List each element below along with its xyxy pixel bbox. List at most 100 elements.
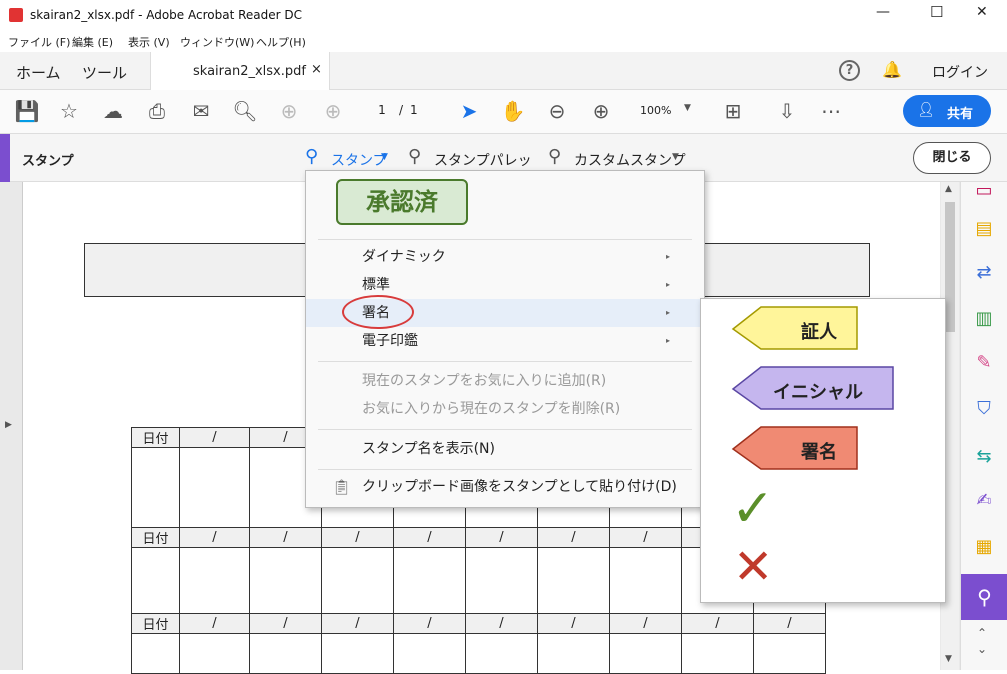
export-pdf-icon[interactable]: ⇄ xyxy=(969,258,999,288)
menu-item-dynamic-label: ダイナミック xyxy=(362,249,446,265)
login-link[interactable]: ログイン xyxy=(932,62,988,82)
stamp-chevron-down-icon: ▼ xyxy=(381,152,388,162)
mail-icon[interactable]: ✉ xyxy=(188,98,214,124)
print-icon[interactable]: ⎙ xyxy=(144,98,170,124)
request-signature-icon[interactable]: ✍ xyxy=(969,486,999,516)
menu-view[interactable]: 表示 (V) xyxy=(128,34,170,50)
close-window-button[interactable]: ✕ xyxy=(976,4,988,20)
table-row: 日付///////// xyxy=(131,613,826,634)
help-icon[interactable]: ? xyxy=(839,60,860,81)
tab-document[interactable]: skairan2_xlsx.pdf × xyxy=(150,52,330,90)
table-cell xyxy=(609,547,682,614)
close-stamp-tool-button[interactable]: 閉じる xyxy=(913,142,991,174)
menu-item-remove-favorite: お気に入りから現在のスタンプを削除(R) xyxy=(362,401,621,417)
menu-separator xyxy=(318,429,692,430)
zoom-in-icon[interactable]: ⊕ xyxy=(588,98,614,124)
menu-separator xyxy=(318,361,692,362)
menu-file[interactable]: ファイル (F) xyxy=(8,34,70,50)
edit-pdf-icon[interactable]: ▥ xyxy=(969,304,999,334)
tab-home[interactable]: ホーム xyxy=(16,62,61,83)
menu-item-paste-clipboard[interactable]: 📋︎ クリップボード画像をスタンプとして貼り付け(D) xyxy=(306,473,704,501)
menu-help[interactable]: ヘルプ(H) xyxy=(256,34,306,50)
share-label: 共有 xyxy=(947,107,974,122)
scroll-down-arrow-icon[interactable]: ▼ xyxy=(945,654,952,664)
submenu-arrow-icon: ▸ xyxy=(665,252,670,261)
comment-icon[interactable]: ▤ xyxy=(969,214,999,244)
menu-edit[interactable]: 編集 (E) xyxy=(72,34,113,50)
menu-item-digital-seal[interactable]: 電子印鑑 ▸ xyxy=(306,327,704,355)
table-cell xyxy=(465,547,538,614)
menu-item-add-favorite: 現在のスタンプをお気に入りに追加(R) xyxy=(362,373,607,389)
date-slash-cell: / xyxy=(537,613,610,634)
stamp-dropdown-menu: 承認済 ダイナミック ▸ 標準 ▸ 署名 ▸ 電子印鑑 ▸ 現在のスタンプをお気… xyxy=(305,170,705,508)
scroll-up-arrow-icon[interactable]: ▲ xyxy=(945,184,952,194)
check-mark-stamp[interactable]: ✓ xyxy=(731,481,775,537)
zoom-level-select[interactable]: 100% xyxy=(640,104,671,117)
send-for-review-icon[interactable]: ⇆ xyxy=(969,442,999,472)
organize-pages-icon[interactable]: ▭ xyxy=(969,176,999,206)
table-cell xyxy=(321,633,394,674)
panel-expand-down-icon[interactable]: ⌄ xyxy=(977,642,987,656)
scrollbar-thumb[interactable] xyxy=(945,202,955,332)
zoom-dropdown-chevron-icon[interactable]: ▼ xyxy=(684,103,691,113)
date-slash-cell: / xyxy=(393,613,466,634)
stamp-dropdown-button[interactable]: ⚲ スタンプ ▼ xyxy=(305,146,405,172)
page-separator: / xyxy=(399,103,404,117)
menu-item-standard-label: 標準 xyxy=(362,277,390,293)
left-panel-toggle-icon[interactable]: ▶ xyxy=(5,420,12,430)
date-label-cell: 日付 xyxy=(131,427,180,448)
cross-mark-stamp[interactable]: ✕ xyxy=(733,541,773,593)
clipboard-icon: 📋︎ xyxy=(332,478,352,496)
add-comment-file-icon[interactable]: ▦ xyxy=(969,532,999,562)
witness-stamp[interactable]: 証人 xyxy=(731,305,861,353)
more-options-icon[interactable]: ⋯ xyxy=(818,98,844,124)
panel-collapse-up-icon[interactable]: ⌃ xyxy=(977,626,987,640)
share-button[interactable]: 👤︎ 共有 xyxy=(903,95,991,127)
menu-item-dynamic[interactable]: ダイナミック ▸ xyxy=(306,243,704,271)
add-user-icon: 👤︎ xyxy=(917,102,935,118)
search-icon[interactable]: 🔍︎ xyxy=(232,98,258,124)
menu-item-standard[interactable]: 標準 ▸ xyxy=(306,271,704,299)
page-fit-icon[interactable]: ⊞ xyxy=(720,98,746,124)
menu-item-digital-seal-label: 電子印鑑 xyxy=(362,333,418,349)
minimize-button[interactable]: — xyxy=(876,4,890,20)
tab-close-icon[interactable]: × xyxy=(311,62,322,77)
window-title: skairan2_xlsx.pdf - Adobe Acrobat Reader… xyxy=(30,8,302,22)
upload-cloud-icon[interactable]: ☁ xyxy=(100,98,126,124)
protect-icon[interactable]: ⛉ xyxy=(969,394,999,424)
approved-stamp-preview[interactable]: 承認済 xyxy=(336,179,468,225)
stamp-tool-active-icon[interactable]: ⚲ xyxy=(961,574,1007,620)
hand-icon[interactable]: ✋ xyxy=(500,98,526,124)
custom-stamp-button[interactable]: ⚲ カスタムスタンプ ▼ xyxy=(548,146,688,172)
table-cell xyxy=(465,633,538,674)
date-slash-cell: / xyxy=(321,527,394,548)
select-cursor-icon[interactable]: ➤ xyxy=(456,98,482,124)
date-slash-cell: / xyxy=(393,527,466,548)
table-cell xyxy=(393,547,466,614)
table-cell xyxy=(753,633,826,674)
initial-stamp[interactable]: イニシャル xyxy=(731,365,897,413)
date-slash-cell: / xyxy=(465,527,538,548)
submenu-arrow-icon: ▸ xyxy=(665,308,670,317)
save-icon[interactable]: 💾 xyxy=(14,98,40,124)
next-page-icon[interactable]: ⊕ xyxy=(320,98,346,124)
table-cell xyxy=(249,547,322,614)
star-icon[interactable]: ☆ xyxy=(56,98,82,124)
menu-window[interactable]: ウィンドウ(W) xyxy=(180,34,254,50)
maximize-button[interactable]: ☐ xyxy=(930,3,943,21)
table-cell xyxy=(131,633,180,674)
menu-item-show-stamp-name[interactable]: スタンプ名を表示(N) xyxy=(306,435,704,463)
stamp-icon: ⚲ xyxy=(305,146,319,167)
stamp-palette-button[interactable]: ⚲ スタンプパレット xyxy=(408,146,538,189)
sign-stamp[interactable]: 署名 xyxy=(731,425,861,473)
zoom-out-icon[interactable]: ⊖ xyxy=(544,98,570,124)
date-slash-cell: / xyxy=(537,527,610,548)
prev-page-icon[interactable]: ⊕ xyxy=(276,98,302,124)
scroll-mode-icon[interactable]: ⇩ xyxy=(774,98,800,124)
table-cell xyxy=(249,633,322,674)
fill-sign-icon[interactable]: ✎ xyxy=(969,348,999,378)
page-number-input[interactable]: 1 xyxy=(370,103,394,117)
bell-icon[interactable]: 🔔 xyxy=(882,60,902,79)
tab-tools[interactable]: ツール xyxy=(82,62,127,83)
stamp-tool-title: スタンプ xyxy=(22,154,74,169)
